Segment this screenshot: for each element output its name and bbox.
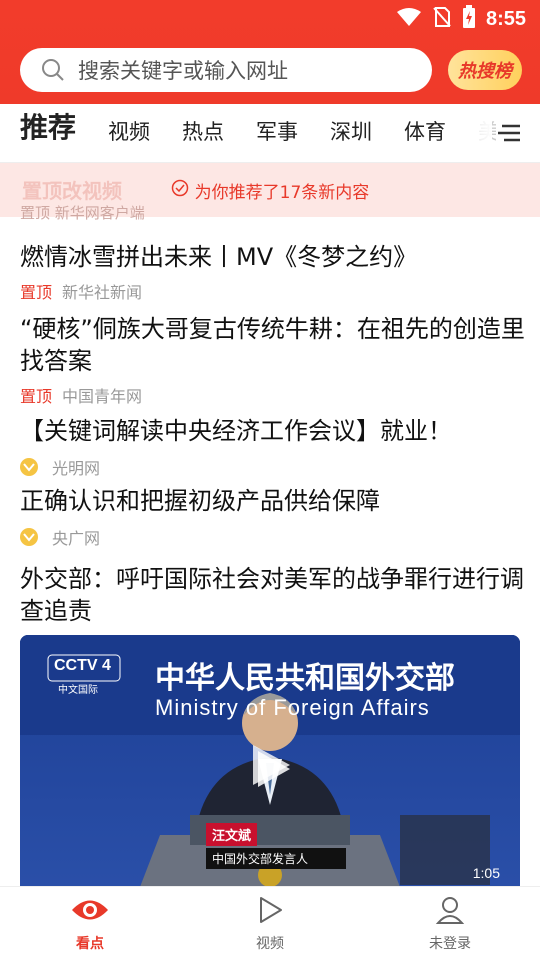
eye-icon bbox=[70, 895, 110, 929]
news-meta: 央广网 bbox=[20, 525, 100, 549]
tab-shenzhen[interactable]: 深圳 bbox=[330, 114, 372, 150]
news-source: 光明网 bbox=[52, 459, 101, 478]
wifi-icon bbox=[396, 7, 422, 31]
play-icon[interactable] bbox=[250, 747, 294, 795]
toast-behind-text: 置顶改视频 bbox=[22, 179, 122, 203]
status-bar: 8:55 bbox=[0, 0, 540, 38]
search-input[interactable]: 搜索关键字或输入网址 bbox=[20, 48, 432, 92]
speaker-name: 汪文斌 bbox=[206, 823, 258, 846]
news-meta: 置顶 新华社新闻 bbox=[20, 279, 142, 303]
check-circle-icon bbox=[171, 179, 189, 202]
top-header: 8:55 搜索关键字或输入网址 热搜榜 bbox=[0, 0, 540, 104]
nav-profile[interactable]: 未登录 bbox=[410, 895, 490, 953]
banner-en: Ministry of Foreign Affairs bbox=[155, 695, 430, 720]
tab-sports[interactable]: 体育 bbox=[404, 114, 446, 150]
toast-behind-meta: 置顶 新华网客户端 bbox=[20, 204, 145, 222]
nav-video-label: 视频 bbox=[256, 936, 284, 952]
pinned-tag: 置顶 bbox=[20, 387, 53, 406]
tab-military[interactable]: 军事 bbox=[256, 114, 298, 150]
search-placeholder: 搜索关键字或输入网址 bbox=[78, 59, 288, 83]
pinned-tag: 置顶 bbox=[20, 283, 53, 302]
battery-charging-icon bbox=[462, 5, 476, 33]
tab-video[interactable]: 视频 bbox=[108, 114, 150, 150]
refresh-toast: 置顶改视频 置顶 新华网客户端 为你推荐了17条新内容 bbox=[0, 163, 540, 222]
news-source: 中国青年网 bbox=[62, 387, 143, 406]
news-title: 【关键词解读中央经济工作会议】就业！ bbox=[20, 417, 452, 445]
news-title: “硬核”侗族大哥复古传统牛耕：在祖先的创造里找答案 bbox=[20, 315, 525, 375]
cctv-channel-sub: 中文国际 bbox=[58, 685, 98, 696]
speaker-title: 中国外交部发言人 bbox=[206, 848, 346, 869]
hot-search-label: 热搜榜 bbox=[458, 61, 512, 82]
news-title: 外交部：呼吁国际社会对美军的战争罪行进行调查追责 bbox=[20, 565, 524, 625]
news-title: 正确认识和把握初级产品供给保障 bbox=[20, 487, 380, 515]
speaker-caption: 汪文斌 中国外交部发言人 bbox=[206, 823, 346, 869]
search-icon bbox=[40, 57, 66, 83]
bottom-nav: 看点 视频 未登录 bbox=[0, 886, 540, 961]
nav-profile-label: 未登录 bbox=[429, 936, 471, 952]
news-source: 新华社新闻 bbox=[62, 283, 143, 302]
verified-badge-icon bbox=[20, 458, 38, 476]
category-tabs: 推荐 视频 热点 军事 深圳 体育 美 bbox=[0, 104, 540, 163]
news-meta: 光明网 bbox=[20, 455, 100, 479]
toast-message: 为你推荐了17条新内容 bbox=[194, 182, 370, 203]
hot-search-button[interactable]: 热搜榜 bbox=[448, 50, 522, 90]
banner-cn: 中华人民共和国外交部 bbox=[155, 661, 455, 696]
status-time: 8:55 bbox=[485, 7, 526, 30]
tab-hot[interactable]: 热点 bbox=[182, 114, 224, 150]
menu-icon[interactable] bbox=[496, 120, 522, 150]
video-thumbnail[interactable]: CCTV 4 中文国际 中华人民共和国外交部 Ministry of Forei… bbox=[20, 635, 520, 887]
cctv-logo: CCTV 4 bbox=[54, 657, 111, 674]
tab-recommend[interactable]: 推荐 bbox=[20, 110, 76, 146]
nav-video[interactable]: 视频 bbox=[230, 895, 310, 953]
nav-home[interactable]: 看点 bbox=[50, 895, 130, 953]
news-source: 央广网 bbox=[52, 529, 101, 548]
video-duration: 1:05 bbox=[472, 865, 500, 881]
news-title: 燃情冰雪拼出未来丨MV《冬梦之约》 bbox=[20, 243, 418, 271]
verified-badge-icon bbox=[20, 528, 38, 546]
play-outline-icon bbox=[255, 895, 285, 929]
nav-home-label: 看点 bbox=[76, 936, 104, 952]
tab-fade bbox=[452, 104, 492, 162]
news-meta: 置顶 中国青年网 bbox=[20, 383, 142, 407]
user-icon bbox=[435, 895, 465, 929]
no-sim-icon bbox=[432, 6, 452, 32]
